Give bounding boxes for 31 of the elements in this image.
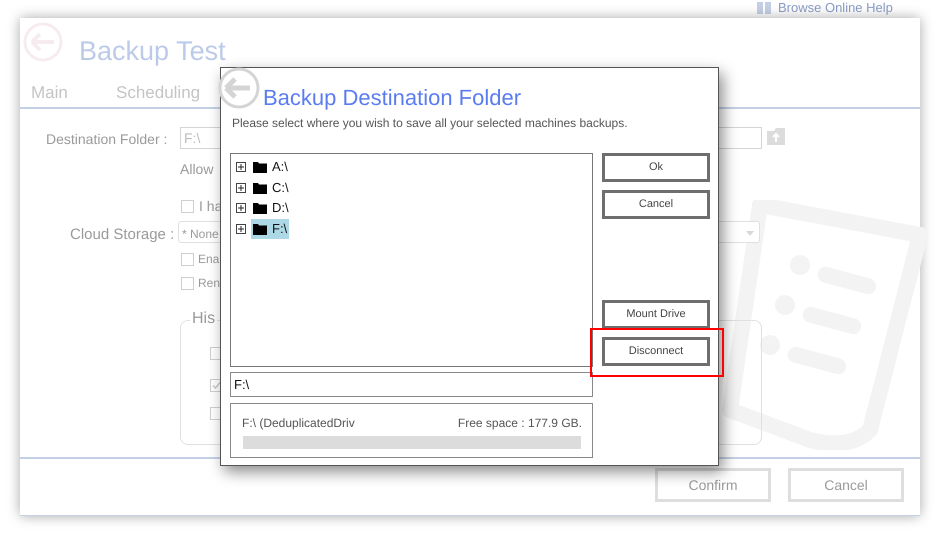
- tree-item[interactable]: C:\: [251, 178, 291, 198]
- tree-item[interactable]: D:\: [251, 198, 291, 218]
- book-icon: [756, 0, 772, 15]
- option-label: Allow: [180, 160, 214, 179]
- dialog-title: Backup Destination Folder: [263, 84, 522, 112]
- tree-item[interactable]: F:\: [251, 218, 290, 238]
- checkbox[interactable]: [181, 252, 194, 266]
- drive-name: F:\ (DeduplicatedDriv: [242, 415, 355, 432]
- dialog-button[interactable]: Disconnect: [602, 337, 710, 366]
- expand-icon[interactable]: [236, 182, 246, 192]
- back-icon[interactable]: [216, 66, 262, 110]
- window-title: Backup Test: [79, 35, 226, 68]
- path-field[interactable]: F:\: [230, 372, 593, 397]
- checkbox[interactable]: [181, 200, 194, 213]
- folder-icon: [253, 222, 267, 234]
- dialog-button[interactable]: Mount Drive: [602, 300, 710, 329]
- caret-icon: [746, 231, 754, 236]
- checkbox-label: Ena: [198, 251, 220, 268]
- dialog-subtitle: Please select where you wish to save all your selected machines backups.: [232, 115, 628, 132]
- expand-icon[interactable]: [236, 203, 246, 213]
- dialog-button[interactable]: Ok: [602, 153, 710, 182]
- dialog-button[interactable]: Cancel: [602, 190, 710, 219]
- field-label: Destination Folder :: [46, 130, 168, 149]
- tree-item[interactable]: A:\: [251, 157, 290, 177]
- free-space: Free space : 177.9 GB.: [458, 415, 582, 432]
- dropdown-value: * None: [182, 226, 219, 243]
- expand-icon[interactable]: [236, 224, 246, 234]
- checkbox-label: Ren: [198, 275, 220, 292]
- checkbox[interactable]: [181, 276, 194, 290]
- field-label: Cloud Storage :: [70, 225, 174, 245]
- expand-icon[interactable]: [236, 162, 246, 172]
